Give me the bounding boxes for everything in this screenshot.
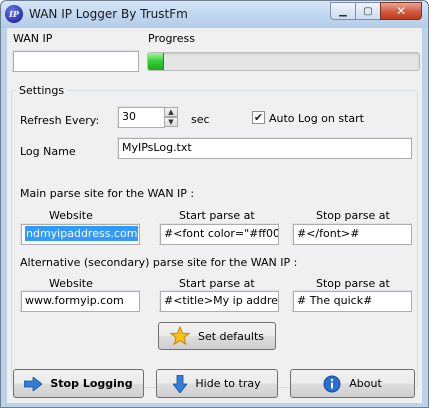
refresh-spinner-input[interactable]: 30 bbox=[117, 106, 165, 128]
refresh-unit-label: sec bbox=[191, 113, 210, 126]
app-logo-icon: IP bbox=[5, 5, 23, 23]
window-title: WAN IP Logger By TrustFm bbox=[29, 7, 188, 21]
stop-logging-button[interactable]: Stop Logging bbox=[13, 369, 144, 398]
checkmark-icon: ✔ bbox=[253, 111, 264, 124]
about-label: About bbox=[349, 377, 382, 390]
app-window: IP WAN IP Logger By TrustFm ▁ ▢ ✕ WAN IP… bbox=[0, 0, 429, 408]
chevron-down-icon: ▼ bbox=[168, 118, 174, 126]
close-icon: ✕ bbox=[395, 4, 407, 18]
main-parse-title: Main parse site for the WAN IP : bbox=[20, 187, 195, 200]
client-area: WAN IP Progress Settings Refresh Every: … bbox=[7, 28, 422, 403]
alt-start-header: Start parse at bbox=[179, 277, 255, 290]
caption-buttons: ▁ ▢ ✕ bbox=[330, 2, 422, 20]
info-icon bbox=[323, 375, 341, 393]
hide-to-tray-label: Hide to tray bbox=[195, 377, 261, 390]
stop-logging-label: Stop Logging bbox=[50, 377, 133, 390]
spin-up-button[interactable]: ▲ bbox=[164, 107, 178, 117]
log-name-label: Log Name bbox=[20, 145, 76, 158]
about-button[interactable]: About bbox=[290, 369, 415, 398]
minimize-button[interactable]: ▁ bbox=[330, 2, 356, 20]
hide-to-tray-button[interactable]: Hide to tray bbox=[156, 369, 278, 398]
progress-fill bbox=[148, 53, 165, 70]
close-button[interactable]: ✕ bbox=[380, 2, 422, 20]
auto-log-label: Auto Log on start bbox=[269, 112, 364, 125]
main-website-selection: ndmyipaddress.com bbox=[25, 226, 139, 241]
wan-ip-label: WAN IP bbox=[13, 32, 53, 45]
alt-stop-field[interactable]: # The quick# bbox=[292, 290, 412, 312]
maximize-button[interactable]: ▢ bbox=[355, 2, 381, 20]
log-name-field[interactable]: MyIPsLog.txt bbox=[117, 137, 412, 159]
minimize-icon: ▁ bbox=[339, 5, 347, 17]
alt-parse-title: Alternative (secondary) parse site for t… bbox=[20, 256, 298, 269]
spin-down-button[interactable]: ▼ bbox=[164, 117, 178, 127]
set-defaults-button[interactable]: Set defaults bbox=[158, 322, 276, 350]
alt-stop-header: Stop parse at bbox=[316, 277, 390, 290]
refresh-label: Refresh Every: bbox=[20, 114, 100, 127]
progress-bar bbox=[147, 52, 420, 71]
wan-ip-field[interactable] bbox=[12, 50, 139, 72]
title-bar[interactable]: IP WAN IP Logger By TrustFm ▁ ▢ ✕ bbox=[1, 1, 428, 28]
settings-group-label: Settings bbox=[16, 84, 68, 97]
auto-log-checkbox[interactable]: ✔ bbox=[252, 111, 265, 124]
set-defaults-label: Set defaults bbox=[198, 329, 264, 343]
maximize-icon: ▢ bbox=[363, 5, 373, 17]
chevron-up-icon: ▲ bbox=[168, 108, 174, 116]
arrow-down-icon bbox=[173, 374, 188, 393]
main-website-field[interactable]: ndmyipaddress.com bbox=[20, 223, 140, 245]
alt-start-field[interactable]: #<title>My ip addres bbox=[159, 290, 279, 312]
main-start-field[interactable]: #<font color="#ff000 bbox=[159, 223, 279, 245]
main-stop-field[interactable]: #</font># bbox=[292, 223, 412, 245]
main-website-header: Website bbox=[49, 209, 93, 222]
progress-label: Progress bbox=[148, 32, 195, 45]
star-icon bbox=[170, 326, 190, 346]
main-stop-header: Stop parse at bbox=[316, 209, 390, 222]
main-start-header: Start parse at bbox=[179, 209, 255, 222]
alt-website-field[interactable]: www.formyip.com bbox=[20, 290, 140, 312]
alt-website-header: Website bbox=[49, 277, 93, 290]
arrow-right-icon bbox=[24, 376, 43, 391]
